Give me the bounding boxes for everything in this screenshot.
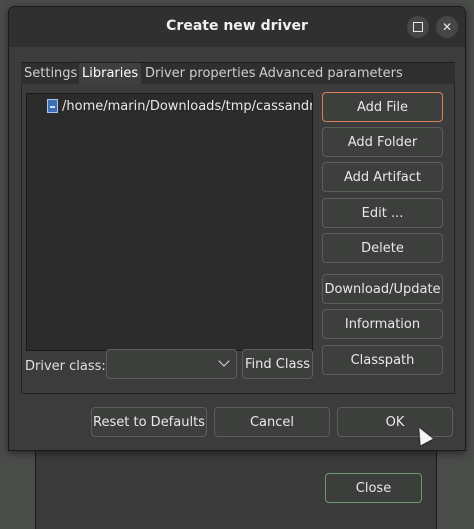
tab-driver-properties[interactable]: Driver properties: [142, 63, 258, 85]
add-artifact-button[interactable]: Add Artifact: [322, 162, 443, 192]
library-file-list[interactable]: /home/marin/Downloads/tmp/cassandra: [26, 93, 313, 351]
title-bar: Create new driver ✕: [9, 7, 465, 47]
ok-button[interactable]: OK: [337, 407, 453, 437]
add-file-button[interactable]: Add File: [322, 92, 443, 122]
maximize-icon: [413, 22, 423, 32]
classpath-button[interactable]: Classpath: [322, 345, 443, 375]
background-close-button[interactable]: Close: [325, 473, 422, 503]
close-window-button[interactable]: ✕: [436, 16, 458, 38]
reset-to-defaults-button[interactable]: Reset to Defaults: [91, 407, 207, 437]
information-button[interactable]: Information: [322, 309, 443, 339]
tab-settings[interactable]: Settings: [21, 63, 80, 85]
tab-advanced-parameters[interactable]: Advanced parameters: [256, 63, 406, 85]
find-class-button[interactable]: Find Class: [242, 349, 313, 379]
dialog-title: Create new driver: [166, 18, 308, 34]
edit-button[interactable]: Edit ...: [322, 198, 443, 228]
create-driver-dialog: Create new driver ✕ Settings Libraries D…: [8, 6, 466, 451]
maximize-button[interactable]: [407, 16, 429, 38]
tab-bar: Settings Libraries Driver properties Adv…: [21, 62, 455, 85]
tab-libraries[interactable]: Libraries: [79, 63, 142, 85]
add-folder-button[interactable]: Add Folder: [322, 127, 443, 157]
delete-button[interactable]: Delete: [322, 233, 443, 263]
list-item[interactable]: /home/marin/Downloads/tmp/cassandra: [47, 97, 312, 115]
jar-file-icon: [47, 99, 58, 113]
chevron-down-icon: [218, 355, 230, 367]
cancel-button[interactable]: Cancel: [214, 407, 330, 437]
driver-class-select[interactable]: [106, 349, 237, 379]
file-path: /home/marin/Downloads/tmp/cassandra: [62, 98, 312, 114]
download-update-button[interactable]: Download/Update: [322, 274, 443, 304]
driver-class-label: Driver class:: [25, 359, 106, 374]
close-icon: ✕: [441, 20, 453, 34]
